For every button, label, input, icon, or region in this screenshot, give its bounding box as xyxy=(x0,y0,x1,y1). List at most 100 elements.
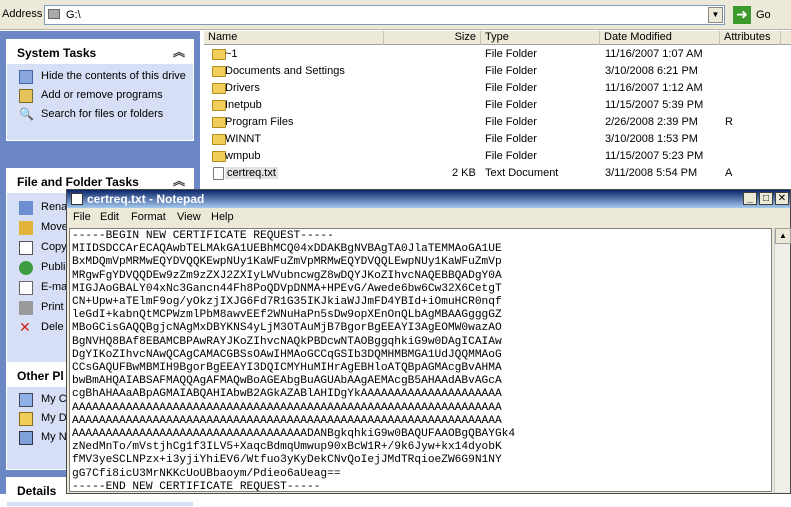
column-date-modified[interactable]: Date Modified xyxy=(600,31,720,45)
task-add-remove-programs[interactable]: Add or remove programs xyxy=(7,89,193,103)
place-my-network-label[interactable]: My N xyxy=(41,431,67,443)
file-name: Documents and Settings xyxy=(225,65,345,77)
file-row-selected[interactable]: certreq.txt 2 KB Text Document 3/11/2008… xyxy=(204,165,791,182)
file-folder-tasks-title: File and Folder Tasks xyxy=(17,175,139,189)
file-modified: 11/15/2007 5:39 PM xyxy=(605,99,704,111)
go-label: Go xyxy=(756,9,771,21)
add-remove-programs-icon xyxy=(19,89,33,103)
file-row[interactable]: Drivers File Folder 11/16/2007 1:12 AM xyxy=(204,80,791,97)
place-my-computer-label[interactable]: My C xyxy=(41,393,67,405)
task-hide-drive[interactable]: Hide the contents of this drive xyxy=(7,70,193,84)
file-modified: 3/11/2008 5:54 PM xyxy=(605,167,698,179)
address-bar: Address G:\ ▼ ➜ Go xyxy=(0,0,791,30)
task-search[interactable]: 🔍 Search for files or folders xyxy=(7,108,193,121)
minimize-button[interactable]: _ xyxy=(743,192,757,205)
file-name: Drivers xyxy=(225,82,260,94)
menu-file[interactable]: File xyxy=(73,211,91,223)
file-modified: 11/16/2007 1:07 AM xyxy=(605,48,703,60)
file-row[interactable]: ~1 File Folder 11/16/2007 1:07 AM xyxy=(204,46,791,63)
address-input[interactable]: G:\ ▼ xyxy=(44,5,725,25)
file-row[interactable]: Inetpub File Folder 11/15/2007 5:39 PM xyxy=(204,97,791,114)
task-publish-label[interactable]: Publi xyxy=(41,261,65,273)
column-size[interactable]: Size xyxy=(384,31,481,45)
notepad-title: certreq.txt - Notepad xyxy=(87,192,205,206)
file-type: Text Document xyxy=(485,167,559,179)
file-type: File Folder xyxy=(485,65,537,77)
file-row[interactable]: Program Files File Folder 2/26/2008 2:39… xyxy=(204,114,791,131)
file-modified: 11/15/2007 5:23 PM xyxy=(605,150,704,162)
notepad-text-area[interactable]: -----BEGIN NEW CERTIFICATE REQUEST----- … xyxy=(69,228,772,492)
task-delete-label[interactable]: Dele xyxy=(41,321,64,333)
file-type: File Folder xyxy=(485,150,537,162)
notepad-window: certreq.txt - Notepad _ □ ✕ File Edit Fo… xyxy=(66,189,791,494)
task-search-label[interactable]: Search for files or folders xyxy=(41,108,163,120)
file-name: ~1 xyxy=(225,48,238,60)
file-name: WINNT xyxy=(225,133,262,145)
folder-icon xyxy=(212,117,226,128)
folder-icon xyxy=(212,100,226,111)
address-value: G:\ xyxy=(66,9,81,21)
notepad-menu-bar: File Edit Format View Help xyxy=(67,209,790,227)
file-type: File Folder xyxy=(485,82,537,94)
system-tasks-header[interactable]: System Tasks ︽ xyxy=(7,40,193,64)
menu-edit[interactable]: Edit xyxy=(100,211,119,223)
notepad-icon xyxy=(71,193,83,205)
go-arrow-icon: ➜ xyxy=(733,6,751,24)
publish-icon xyxy=(19,261,33,275)
folder-icon xyxy=(212,66,226,77)
address-dropdown-button[interactable]: ▼ xyxy=(708,7,723,23)
email-icon xyxy=(19,281,33,295)
file-name: certreq.txt xyxy=(225,167,278,179)
file-modified: 3/10/2008 1:53 PM xyxy=(605,133,698,145)
go-button[interactable]: ➜ Go xyxy=(731,5,789,25)
folder-icon xyxy=(212,49,226,60)
file-modified: 3/10/2008 6:21 PM xyxy=(605,65,698,77)
menu-help[interactable]: Help xyxy=(211,211,234,223)
task-move-label[interactable]: Move xyxy=(41,221,68,233)
collapse-chevron-icon[interactable]: ︽ xyxy=(173,43,185,60)
file-modified: 11/16/2007 1:12 AM xyxy=(605,82,703,94)
file-modified: 2/26/2008 2:39 PM xyxy=(605,116,698,128)
file-row[interactable]: wmpub File Folder 11/15/2007 5:23 PM xyxy=(204,148,791,165)
menu-view[interactable]: View xyxy=(177,211,201,223)
file-row[interactable]: Documents and Settings File Folder 3/10/… xyxy=(204,63,791,80)
task-hide-drive-label[interactable]: Hide the contents of this drive xyxy=(41,70,186,82)
copy-icon xyxy=(19,241,33,255)
menu-format[interactable]: Format xyxy=(131,211,166,223)
delete-icon: ✕ xyxy=(19,319,31,335)
system-tasks-panel: System Tasks ︽ Hide the contents of this… xyxy=(6,39,194,141)
my-network-icon xyxy=(19,431,33,445)
folder-icon xyxy=(212,134,226,145)
task-copy-label[interactable]: Copy xyxy=(41,241,67,253)
file-name: Program Files xyxy=(225,116,294,128)
task-add-remove-label[interactable]: Add or remove programs xyxy=(41,89,163,101)
search-icon: 🔍 xyxy=(19,107,34,121)
file-name: wmpub xyxy=(225,150,261,162)
column-name[interactable]: Name xyxy=(204,31,384,45)
file-size: 2 KB xyxy=(452,167,476,179)
folder-icon xyxy=(212,83,226,94)
notepad-title-bar[interactable]: certreq.txt - Notepad _ □ ✕ xyxy=(67,190,790,208)
column-type[interactable]: Type xyxy=(481,31,600,45)
print-icon xyxy=(19,301,33,315)
collapse-chevron-icon[interactable]: ︽ xyxy=(173,172,185,189)
hide-drive-icon xyxy=(19,70,33,84)
scroll-up-arrow-icon[interactable]: ▲ xyxy=(775,228,791,244)
close-button[interactable]: ✕ xyxy=(775,192,789,205)
column-attributes[interactable]: Attributes xyxy=(720,31,781,45)
vertical-scrollbar[interactable]: ▲ xyxy=(774,228,791,492)
text-document-icon xyxy=(213,167,224,180)
file-type: File Folder xyxy=(485,99,537,111)
my-documents-icon xyxy=(19,412,33,426)
file-list: Name Size Type Date Modified Attributes … xyxy=(200,31,791,191)
file-row[interactable]: WINNT File Folder 3/10/2008 1:53 PM xyxy=(204,131,791,148)
place-my-documents-label[interactable]: My D xyxy=(41,412,67,424)
maximize-button[interactable]: □ xyxy=(759,192,773,205)
notepad-content: -----BEGIN NEW CERTIFICATE REQUEST----- … xyxy=(72,230,516,492)
system-tasks-title: System Tasks xyxy=(17,46,97,60)
task-email-label[interactable]: E-ma xyxy=(41,281,67,293)
folder-icon xyxy=(212,151,226,162)
task-print-label[interactable]: Print xyxy=(41,301,64,313)
task-rename-label[interactable]: Rena xyxy=(41,201,67,213)
file-attributes: A xyxy=(725,167,733,179)
